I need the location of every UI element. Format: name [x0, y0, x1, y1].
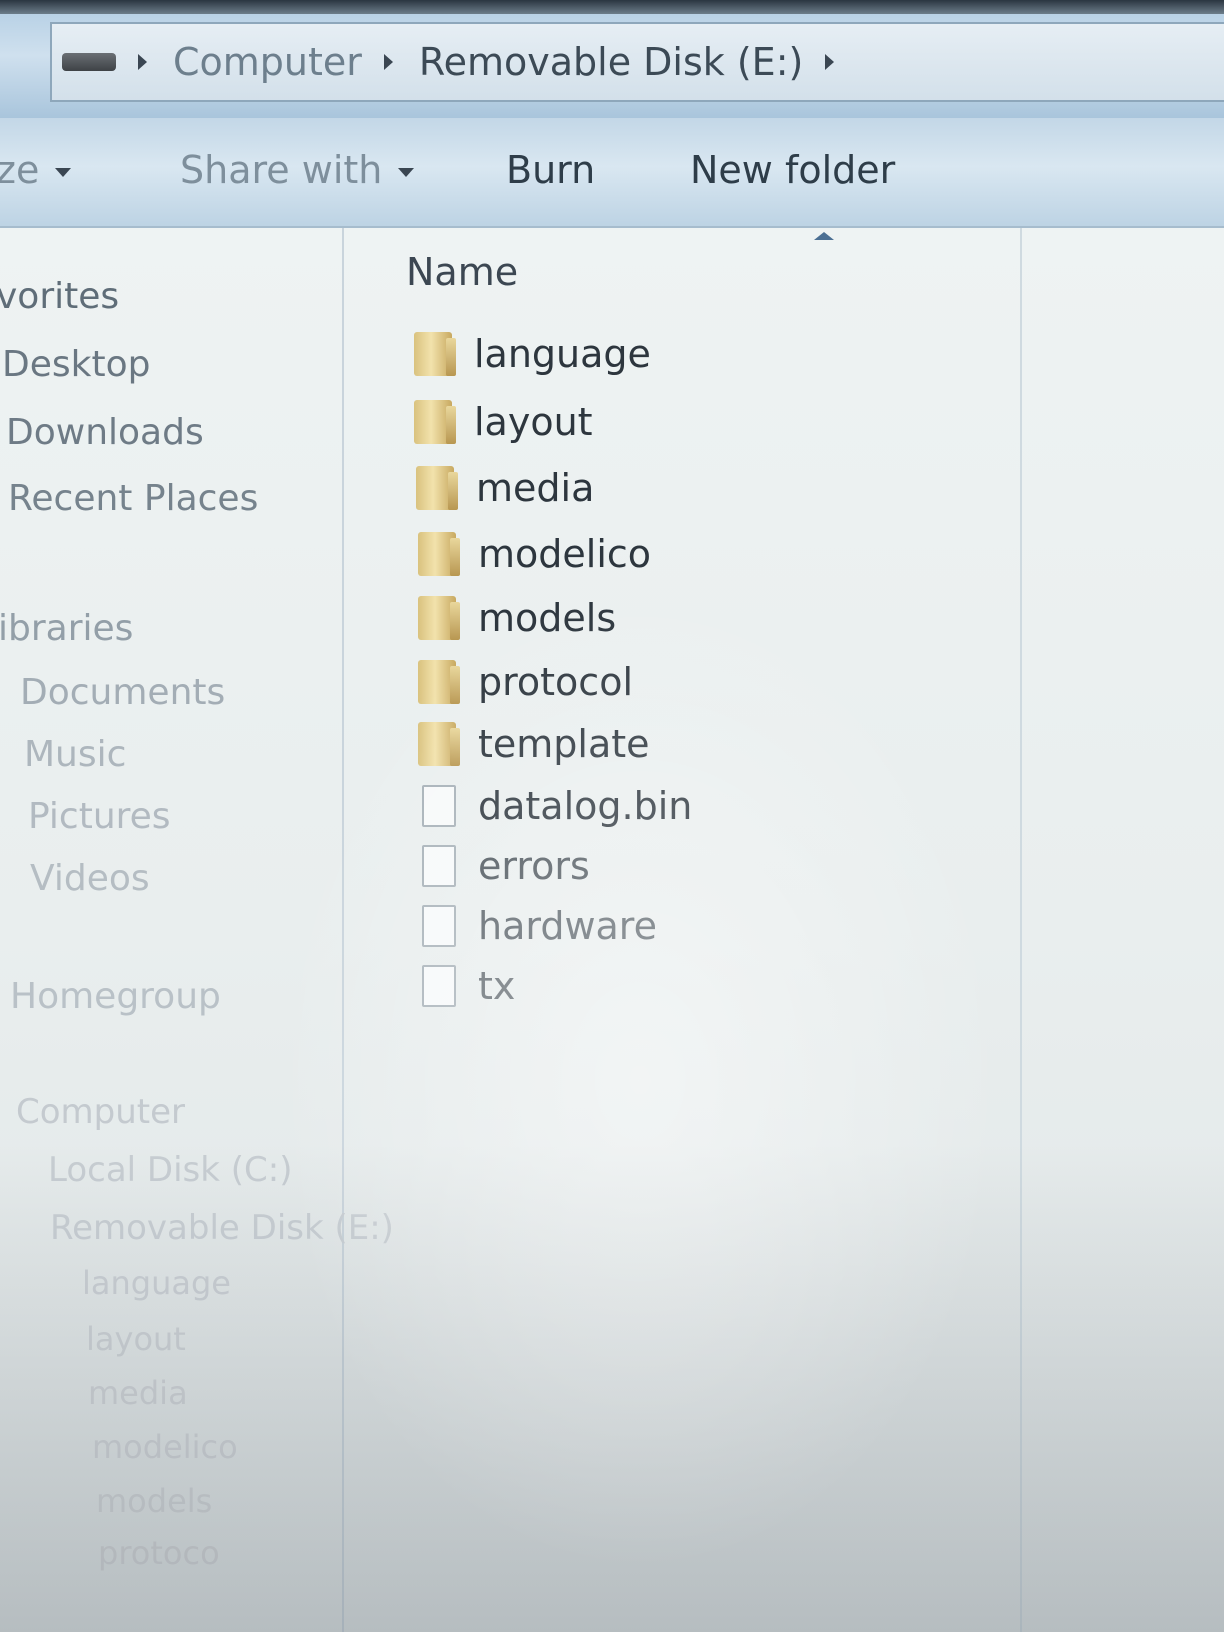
file-name: datalog.bin [478, 784, 693, 828]
share-with-button[interactable]: Share with [180, 148, 415, 192]
screen-bezel [0, 0, 1224, 14]
document-icon [422, 845, 456, 887]
caret-down-icon [398, 168, 415, 177]
list-item[interactable]: language [414, 326, 1014, 382]
chevron-right-icon[interactable] [383, 54, 393, 70]
nav-computer[interactable]: Computer [16, 1092, 185, 1132]
nav-libraries[interactable]: ibraries [0, 608, 133, 649]
caret-down-icon [55, 168, 72, 177]
main-area: vorites Desktop Downloads Recent Places … [0, 228, 1224, 1632]
address-bar[interactable]: Computer Removable Disk (E:) [50, 22, 1224, 102]
nav-recent-places[interactable]: Recent Places [8, 478, 258, 519]
file-name: tx [478, 964, 516, 1008]
breadcrumb-computer[interactable]: Computer [173, 40, 362, 84]
list-item[interactable]: protocol [418, 654, 1018, 710]
nav-sub-modelico[interactable]: modelico [92, 1428, 238, 1466]
nav-videos[interactable]: Videos [30, 858, 150, 899]
file-name: hardware [478, 904, 657, 948]
file-name: language [474, 332, 651, 376]
nav-removable-disk[interactable]: Removable Disk (E:) [50, 1208, 394, 1248]
organize-label: ze [0, 148, 40, 192]
column-header-name[interactable]: Name [406, 250, 518, 294]
file-name: modelico [478, 532, 652, 576]
drive-icon [62, 53, 116, 71]
list-item[interactable]: template [418, 716, 1018, 772]
document-icon [422, 905, 456, 947]
nav-homegroup[interactable]: Homegroup [10, 976, 221, 1017]
list-item[interactable]: datalog.bin [420, 778, 1020, 834]
nav-pictures[interactable]: Pictures [28, 796, 171, 837]
command-bar: ze Share with Burn New folder [0, 118, 1224, 228]
new-folder-button[interactable]: New folder [690, 148, 895, 192]
breadcrumb-removable-disk[interactable]: Removable Disk (E:) [419, 40, 803, 84]
new-folder-label: New folder [690, 148, 896, 192]
nav-sub-language[interactable]: language [82, 1264, 231, 1302]
burn-button[interactable]: Burn [506, 148, 595, 192]
nav-downloads[interactable]: Downloads [6, 412, 204, 453]
nav-local-disk[interactable]: Local Disk (C:) [48, 1150, 293, 1190]
folder-icon [414, 400, 456, 444]
document-icon [422, 965, 456, 1007]
folder-icon [418, 532, 460, 576]
nav-documents[interactable]: Documents [20, 672, 225, 713]
list-item[interactable]: models [418, 590, 1018, 646]
nav-favorites[interactable]: vorites [0, 276, 119, 317]
list-item[interactable]: modelico [418, 526, 1018, 582]
address-region: Computer Removable Disk (E:) [0, 14, 1224, 118]
nav-sub-protocol[interactable]: protoco [98, 1534, 220, 1572]
burn-label: Burn [506, 148, 596, 192]
file-name: errors [478, 844, 590, 888]
sort-ascending-icon [814, 232, 834, 240]
list-item[interactable]: hardware [420, 898, 1020, 954]
file-name: layout [474, 400, 593, 444]
navigation-pane[interactable]: vorites Desktop Downloads Recent Places … [0, 228, 394, 1632]
organize-button[interactable]: ze [0, 148, 72, 192]
nav-sub-models[interactable]: models [96, 1482, 212, 1520]
list-item[interactable]: layout [414, 394, 1014, 450]
chevron-right-icon[interactable] [825, 54, 835, 70]
nav-music[interactable]: Music [24, 734, 126, 775]
nav-sub-media[interactable]: media [88, 1374, 188, 1412]
chevron-right-icon[interactable] [138, 54, 147, 70]
folder-icon [418, 722, 460, 766]
share-with-label: Share with [180, 148, 383, 192]
nav-desktop[interactable]: Desktop [2, 344, 150, 385]
folder-icon [416, 466, 458, 510]
file-name: protocol [478, 660, 634, 704]
document-icon [422, 785, 456, 827]
folder-icon [414, 332, 456, 376]
file-name: models [478, 596, 617, 640]
file-list-pane[interactable]: Name language layout media modelico mode… [346, 228, 1022, 1632]
file-name: media [476, 466, 595, 510]
list-item[interactable]: media [416, 460, 1016, 516]
list-item[interactable]: errors [420, 838, 1020, 894]
list-item[interactable]: tx [420, 958, 1020, 1014]
nav-sub-layout[interactable]: layout [86, 1320, 186, 1358]
file-name: template [478, 722, 650, 766]
folder-icon [418, 596, 460, 640]
folder-icon [418, 660, 460, 704]
